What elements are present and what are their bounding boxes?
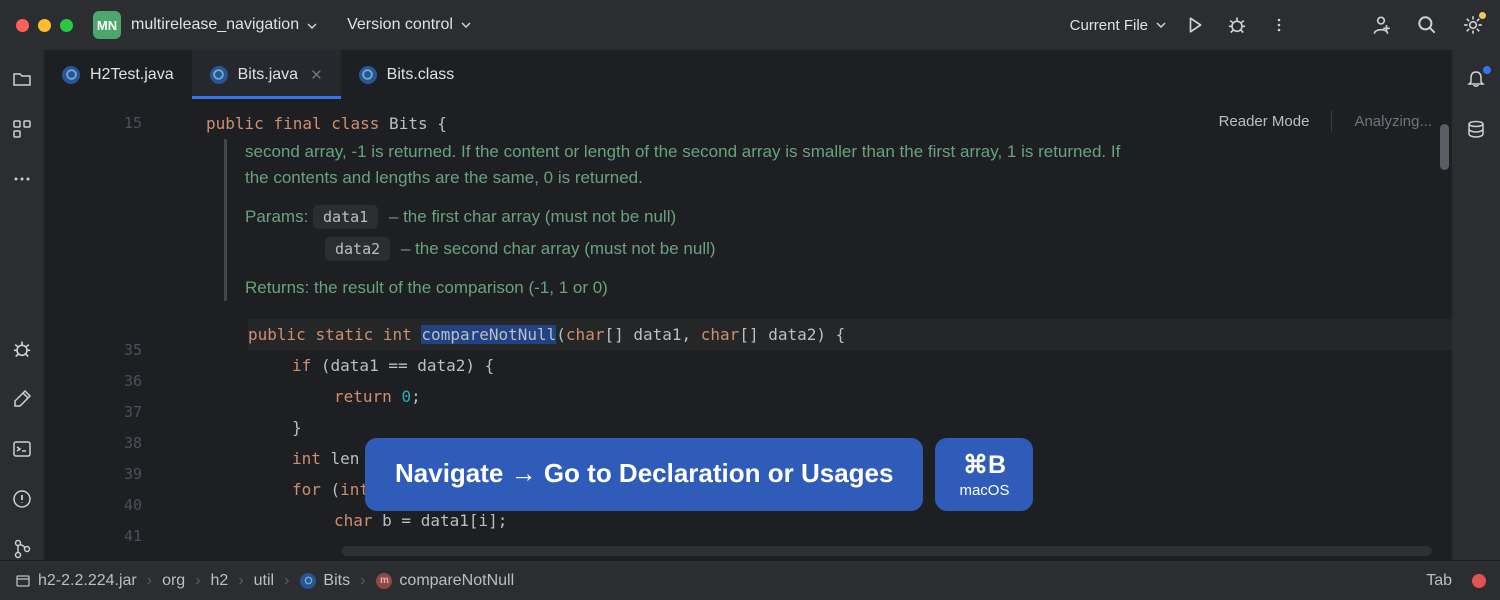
code-line: return 0; (334, 381, 1452, 412)
tab-bar: H2Test.java Bits.java ✕ Bits.class (44, 50, 1452, 100)
archive-icon (14, 572, 32, 590)
popup-action-text: Navigate → Go to Declaration or Usages (365, 438, 923, 511)
breadcrumb-jar[interactable]: h2-2.2.224.jar (14, 572, 137, 590)
class-icon (299, 572, 317, 590)
titlebar: MN multirelease_navigation Version contr… (0, 0, 1500, 50)
tab-more-icon[interactable] (1408, 64, 1452, 86)
tab-indicator[interactable]: Tab (1426, 572, 1452, 590)
chevron-right-icon: › (147, 572, 152, 590)
tab-label: Bits.java (238, 66, 298, 84)
breadcrumb-util[interactable]: util (254, 572, 274, 590)
close-icon[interactable]: ✕ (310, 66, 323, 84)
tab-bits-class[interactable]: Bits.class (341, 50, 473, 99)
right-toolbar (1452, 50, 1500, 560)
terminal-tool-icon[interactable] (11, 438, 33, 460)
run-config-dropdown[interactable]: Current File (1070, 17, 1166, 34)
key-promoter-popup: Navigate → Go to Declaration or Usages ⌘… (365, 438, 1033, 511)
window-close-icon[interactable] (16, 19, 29, 32)
notification-dot (1483, 66, 1491, 74)
debug-icon[interactable] (1226, 14, 1248, 36)
line-number[interactable]: 41 (44, 521, 142, 552)
doc-block: second array, -1 is returned. If the con… (224, 139, 1452, 301)
status-bar: h2-2.2.224.jar › org › h2 › util › Bits … (0, 560, 1500, 600)
version-control-label: Version control (347, 16, 453, 34)
project-dropdown[interactable]: multirelease_navigation (131, 16, 299, 34)
chevron-right-icon: › (195, 572, 200, 590)
chevron-down-icon[interactable] (307, 16, 317, 34)
window-minimize-icon[interactable] (38, 19, 51, 32)
line-number[interactable]: 35 (44, 335, 142, 366)
traffic-lights (16, 19, 73, 32)
tab-bits-java[interactable]: Bits.java ✕ (192, 50, 341, 99)
line-number[interactable]: 39 (44, 459, 142, 490)
problems-tool-icon[interactable] (11, 488, 33, 510)
settings-icon[interactable] (1462, 14, 1484, 36)
gutter: 15 35 36 37 38 39 40 41 (44, 100, 172, 560)
code-line: public final class Bits { (206, 108, 1452, 139)
project-tool-icon[interactable] (11, 68, 33, 90)
version-control-dropdown[interactable]: Version control (347, 16, 471, 34)
tab-h2test[interactable]: H2Test.java (44, 50, 192, 99)
code-line: public static int compareNotNull(char[] … (248, 319, 1452, 350)
breadcrumb-h2[interactable]: h2 (211, 572, 229, 590)
shortcut-os: macOS (959, 482, 1009, 499)
notifications-icon[interactable] (1465, 68, 1487, 90)
window-maximize-icon[interactable] (60, 19, 73, 32)
build-tool-icon[interactable] (11, 388, 33, 410)
line-number[interactable]: 38 (44, 428, 142, 459)
doc-description: second array, -1 is returned. If the con… (245, 139, 1145, 190)
chevron-right-icon: › (284, 572, 289, 590)
line-number[interactable]: 36 (44, 366, 142, 397)
param-pill: data1 (313, 205, 378, 229)
more-tool-icon[interactable] (11, 168, 33, 190)
java-class-icon (62, 66, 80, 84)
run-config-label: Current File (1070, 17, 1148, 34)
line-number[interactable]: 15 (44, 108, 142, 139)
more-actions-icon[interactable] (1268, 14, 1290, 36)
run-icon[interactable] (1184, 14, 1206, 36)
left-toolbar (0, 50, 44, 560)
shortcut-key: ⌘B (963, 450, 1006, 480)
line-number[interactable]: 37 (44, 397, 142, 428)
error-indicator-icon[interactable] (1472, 574, 1486, 588)
popup-shortcut: ⌘B macOS (935, 438, 1033, 511)
tab-label: Bits.class (387, 66, 455, 84)
debug-tool-icon[interactable] (11, 338, 33, 360)
java-class-icon (210, 66, 228, 84)
param-pill: data2 (325, 237, 390, 261)
chevron-right-icon: › (238, 572, 243, 590)
code-line: if (data1 == data2) { (292, 350, 1452, 381)
breadcrumb-class[interactable]: Bits (299, 572, 350, 590)
breadcrumb-org[interactable]: org (162, 572, 185, 590)
doc-params: Params: data1 – the first char array (mu… (245, 204, 1452, 261)
database-tool-icon[interactable] (1465, 118, 1487, 140)
breadcrumb-method[interactable]: m compareNotNull (375, 572, 514, 590)
tab-label: H2Test.java (90, 66, 174, 84)
project-badge: MN (93, 11, 121, 39)
search-icon[interactable] (1416, 14, 1438, 36)
settings-notification-dot (1479, 12, 1486, 19)
method-name-highlight[interactable]: compareNotNull (421, 325, 556, 344)
horizontal-scrollbar[interactable] (342, 546, 1432, 556)
line-number[interactable]: 40 (44, 490, 142, 521)
java-class-icon (359, 66, 377, 84)
structure-tool-icon[interactable] (11, 118, 33, 140)
code-with-me-icon[interactable] (1370, 14, 1392, 36)
method-icon: m (375, 572, 393, 590)
doc-returns: Returns: the result of the comparison (-… (245, 275, 1452, 301)
chevron-right-icon: › (360, 572, 365, 590)
vcs-tool-icon[interactable] (11, 538, 33, 560)
